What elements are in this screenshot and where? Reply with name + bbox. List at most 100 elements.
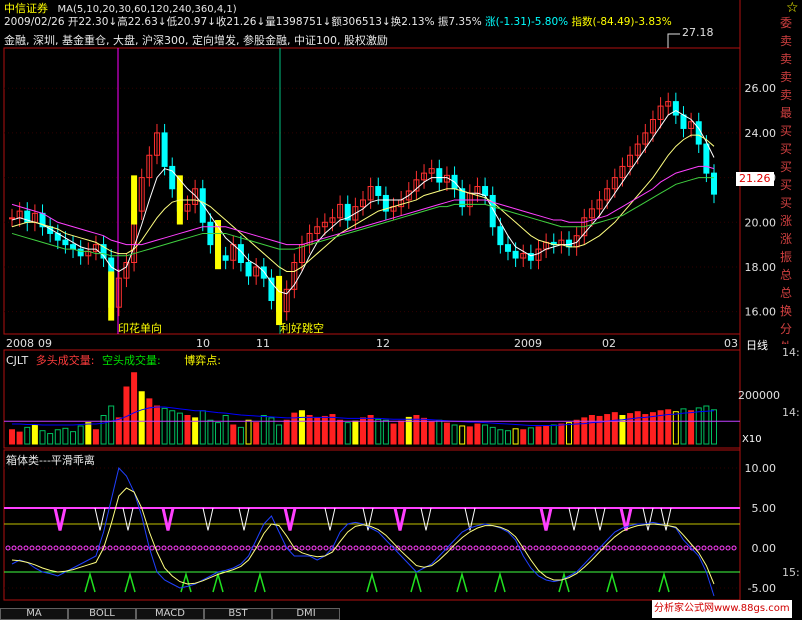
volume-bar [558, 423, 565, 445]
volume-bar [207, 419, 214, 445]
tab-macd[interactable]: MACD [136, 608, 204, 620]
time-1: 14: [782, 346, 800, 359]
volume-bar [131, 372, 138, 445]
volume-bar [24, 426, 31, 445]
side-panel-item[interactable]: 最 [780, 104, 802, 122]
volume-bar [642, 414, 649, 445]
volume-bar [611, 412, 618, 445]
volume-bar [276, 424, 283, 445]
side-panel-item[interactable]: 分 [780, 320, 802, 338]
volume-bar [222, 415, 229, 445]
volume-bar [100, 415, 107, 445]
volume-bar [535, 426, 542, 445]
side-panel-item[interactable]: 涨 [780, 230, 802, 248]
candle-body [504, 244, 511, 252]
volume-bar [367, 415, 374, 445]
bear-volume-label: 空头成交量: [101, 354, 161, 367]
indicator-title: 箱体类---平滑乖离 [6, 454, 95, 467]
watermark: 分析家公式网www.88gs.com [652, 600, 792, 618]
volume-bar [672, 411, 679, 445]
sell-triangle [568, 507, 580, 531]
tab-bst[interactable]: BST [204, 608, 272, 620]
volume-bar [344, 422, 351, 445]
price-tick-label: 24.00 [745, 127, 777, 140]
volume-bar [283, 419, 290, 445]
volume-bar [421, 417, 428, 445]
volume-bar [153, 405, 160, 445]
period-label[interactable]: 日线 [746, 337, 768, 353]
sell-triangle [161, 507, 175, 531]
side-panel-item[interactable]: 卖 [780, 32, 802, 50]
volume-bar [215, 422, 222, 445]
side-panel-item[interactable]: 卖 [780, 68, 802, 86]
date-tick: 10 [196, 337, 210, 350]
sell-triangle [122, 507, 134, 531]
ind-tick-label: 5.00 [752, 502, 777, 515]
side-panel-item[interactable]: 买 [780, 140, 802, 158]
side-panel-item[interactable]: 买 [780, 194, 802, 212]
candle-body [482, 186, 489, 196]
volume-bar [474, 423, 481, 445]
volume-bar [192, 417, 199, 445]
tab-ma[interactable]: MA [0, 608, 68, 620]
side-panel-item[interactable]: 卖 [780, 50, 802, 68]
event-gap-up: 利好跳空 [280, 322, 324, 335]
side-panel-item[interactable]: 买 [780, 122, 802, 140]
indicator-panel-frame [3, 449, 741, 601]
volume-bar [695, 407, 702, 445]
sell-triangle [238, 507, 250, 531]
volume-bar [649, 412, 656, 445]
indicator-plot [4, 466, 740, 597]
side-panel-item[interactable]: 委 [780, 14, 802, 32]
volume-bar [520, 429, 527, 445]
sell-triangle [420, 507, 432, 531]
candle-body [711, 172, 717, 195]
volume-bar [245, 419, 252, 445]
buy-triangle [410, 571, 422, 593]
candle-body [245, 262, 252, 277]
volume-bar [85, 422, 92, 445]
volume-bar [497, 429, 504, 445]
date-tick: 03 [724, 337, 738, 350]
side-panel-item[interactable]: 涨 [780, 212, 802, 230]
volume-bar [443, 422, 450, 445]
volume-plot [4, 372, 740, 445]
side-panel-item[interactable]: 买 [780, 158, 802, 176]
candle-body [703, 143, 710, 174]
volume-bar [230, 424, 237, 445]
volume-bar [337, 419, 344, 445]
side-panel-item[interactable]: 总 [780, 284, 802, 302]
tab-boll[interactable]: BOLL [68, 608, 136, 620]
quote-side-panel: 委卖卖卖卖最买买买买买涨涨振总总换分外 [780, 14, 802, 344]
buy-triangle [456, 571, 468, 593]
buy-triangle [84, 571, 96, 593]
sell-triangle [660, 507, 672, 531]
candle-body [70, 244, 77, 250]
price-panel-frame [3, 47, 741, 335]
candle-body [62, 239, 69, 246]
volume-bar [360, 417, 366, 445]
volume-bar [451, 424, 458, 445]
side-panel-item[interactable]: 换 [780, 302, 802, 320]
tab-dmi[interactable]: DMI [272, 608, 340, 620]
candle-body [9, 217, 15, 220]
date-tick: 2009 [514, 337, 542, 350]
sell-triangle [393, 507, 407, 531]
side-panel-item[interactable]: 外 [780, 338, 802, 344]
sell-triangle [94, 507, 106, 531]
volume-bar [115, 417, 122, 445]
volume-bar [92, 429, 99, 445]
side-panel-item[interactable]: 振 [780, 248, 802, 266]
side-panel-item[interactable]: 买 [780, 176, 802, 194]
date-tick: 12 [376, 337, 390, 350]
side-panel-item[interactable]: 总 [780, 266, 802, 284]
ma-vlong-line [11, 177, 714, 257]
side-panel-item[interactable]: 卖 [780, 86, 802, 104]
volume-bar [504, 430, 511, 445]
volume-bar [169, 410, 176, 445]
price-tick-label: 20.00 [745, 216, 777, 229]
signal-bar [276, 275, 283, 326]
volume-bar [711, 409, 717, 445]
volume-bar [390, 423, 397, 445]
volume-bar [184, 415, 191, 445]
